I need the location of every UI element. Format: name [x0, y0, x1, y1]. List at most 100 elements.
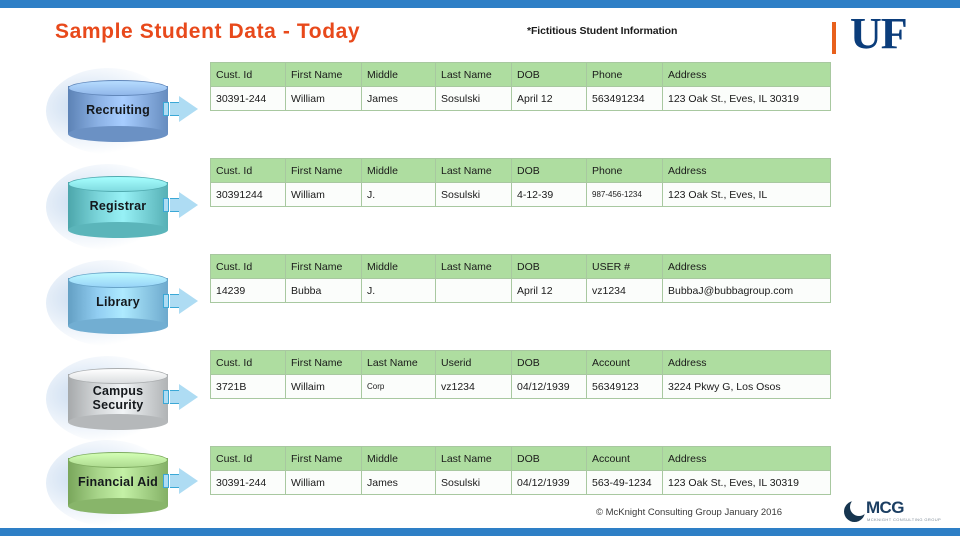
- table-cell: 123 Oak St., Eves, IL 30319: [662, 86, 831, 111]
- arrow-tail: [163, 102, 169, 116]
- column-header: DOB: [511, 158, 587, 183]
- uf-logo-bar-icon: [832, 22, 836, 54]
- column-header: Middle: [361, 158, 436, 183]
- table-cell: 56349123: [586, 374, 663, 399]
- table-cell: Sosulski: [435, 86, 512, 111]
- column-header: First Name: [285, 158, 362, 183]
- table-cell: April 12: [511, 86, 587, 111]
- data-table-library: Cust. Id First Name Middle Last Name DOB USER…: [210, 254, 831, 303]
- column-header: Address: [662, 158, 831, 183]
- column-header: Address: [662, 446, 831, 471]
- flow-arrow-icon-recruiting: [163, 96, 199, 122]
- column-header: Middle: [361, 254, 436, 279]
- bottom-accent-bar: [0, 528, 960, 536]
- page-title: Sample Student Data - Today: [55, 20, 361, 43]
- data-table-recruiting: Cust. Id First Name Middle Last Name DOB Phon…: [210, 62, 831, 111]
- column-header: Last Name: [435, 446, 512, 471]
- arrow-tail: [163, 474, 169, 488]
- column-header: Account: [586, 446, 663, 471]
- column-header: First Name: [285, 446, 362, 471]
- table-cell: William: [285, 86, 362, 111]
- column-header: First Name: [285, 62, 362, 87]
- table-cell: James: [361, 86, 436, 111]
- uf-logo-text: UF: [850, 9, 908, 58]
- arrow-head: [179, 288, 198, 314]
- table-header-row: Cust. Id First Name Middle Last Name DOB USER…: [210, 254, 831, 279]
- flow-arrow-icon-campus-security: [163, 384, 199, 410]
- database-cylinder-campus-security[interactable]: Campus Security: [46, 356, 170, 442]
- database-cylinder-library[interactable]: Library: [46, 260, 170, 346]
- column-header: DOB: [511, 62, 587, 87]
- table-cell: BubbaJ@bubbagroup.com: [662, 278, 831, 303]
- database-cylinder-registrar[interactable]: Registrar: [46, 164, 170, 250]
- column-header: Address: [662, 62, 831, 87]
- column-header: Cust. Id: [210, 350, 286, 375]
- table-header-row: Cust. Id First Name Last Name Userid DOB Acco…: [210, 350, 831, 375]
- flow-arrow-icon-registrar: [163, 192, 199, 218]
- top-accent-bar: [0, 0, 960, 8]
- table-cell: 563491234: [586, 86, 663, 111]
- table-cell: [435, 278, 512, 303]
- table-cell: 04/12/1939: [511, 470, 587, 495]
- table-row: 30391-244 William James Sosulski April 12 563…: [210, 86, 831, 111]
- table-cell: 4-12-39: [511, 182, 587, 207]
- column-header: DOB: [511, 254, 587, 279]
- data-table-registrar: Cust. Id First Name Middle Last Name DOB Phon…: [210, 158, 831, 207]
- arrow-tail: [163, 390, 169, 404]
- database-label-financial-aid: Financial Aid: [78, 475, 158, 489]
- table-cell: Sosulski: [435, 470, 512, 495]
- table-cell: J.: [361, 278, 436, 303]
- column-header: Cust. Id: [210, 158, 286, 183]
- database-cylinder-recruiting[interactable]: Recruiting: [46, 68, 170, 154]
- column-header: Userid: [435, 350, 512, 375]
- table-cell: 3721B: [210, 374, 286, 399]
- arrow-head: [179, 468, 198, 494]
- column-header: Last Name: [435, 254, 512, 279]
- arrow-tail: [163, 294, 169, 308]
- arrow-head: [179, 384, 198, 410]
- table-cell: 563-49-1234: [586, 470, 663, 495]
- table-cell: 3224 Pkwy G, Los Osos: [662, 374, 831, 399]
- column-header: Phone: [586, 158, 663, 183]
- table-cell: 123 Oak St., Eves, IL 30319: [662, 470, 831, 495]
- column-header: DOB: [511, 446, 587, 471]
- table-row: 30391244 William J. Sosulski 4-12-39 987-456-…: [210, 182, 831, 207]
- column-header: Cust. Id: [210, 254, 286, 279]
- table-cell: Sosulski: [435, 182, 512, 207]
- database-label-library: Library: [96, 295, 140, 309]
- slide-canvas: Sample Student Data - Today *Fictitious …: [0, 0, 960, 540]
- database-label-recruiting: Recruiting: [86, 103, 150, 117]
- column-header: Cust. Id: [210, 446, 286, 471]
- column-header: First Name: [285, 254, 362, 279]
- column-header: DOB: [511, 350, 587, 375]
- table-header-row: Cust. Id First Name Middle Last Name DOB Phon…: [210, 62, 831, 87]
- table-row: 3721B Willaim Corp vz1234 04/12/1939 56349123…: [210, 374, 831, 399]
- table-cell: vz1234: [586, 278, 663, 303]
- data-table-campus-security: Cust. Id First Name Last Name Userid DOB Acco…: [210, 350, 831, 399]
- arrow-tail: [163, 198, 169, 212]
- arrow-head: [179, 192, 198, 218]
- table-row: 14239 Bubba J. April 12 vz1234 BubbaJ@bubbagr…: [210, 278, 831, 303]
- column-header: Middle: [361, 62, 436, 87]
- table-header-row: Cust. Id First Name Middle Last Name DOB Phon…: [210, 158, 831, 183]
- table-cell: 30391-244: [210, 470, 286, 495]
- database-label-registrar: Registrar: [89, 199, 147, 213]
- mcg-logo-text: MCG: [866, 498, 904, 517]
- data-table-financial-aid: Cust. Id First Name Middle Last Name DOB Acco…: [210, 446, 831, 495]
- column-header: Account: [586, 350, 663, 375]
- table-cell: 30391-244: [210, 86, 286, 111]
- database-cylinder-financial-aid[interactable]: Financial Aid: [46, 440, 170, 526]
- table-cell: 987-456-1234: [586, 182, 663, 207]
- table-cell: vz1234: [435, 374, 512, 399]
- table-cell: 30391244: [210, 182, 286, 207]
- column-header: Last Name: [435, 62, 512, 87]
- table-cell: James: [361, 470, 436, 495]
- table-header-row: Cust. Id First Name Middle Last Name DOB Acco…: [210, 446, 831, 471]
- column-header: Last Name: [361, 350, 436, 375]
- column-header: First Name: [285, 350, 362, 375]
- table-cell: William: [285, 470, 362, 495]
- table-cell: Bubba: [285, 278, 362, 303]
- column-header: Cust. Id: [210, 62, 286, 87]
- table-cell: 14239: [210, 278, 286, 303]
- column-header: Address: [662, 350, 831, 375]
